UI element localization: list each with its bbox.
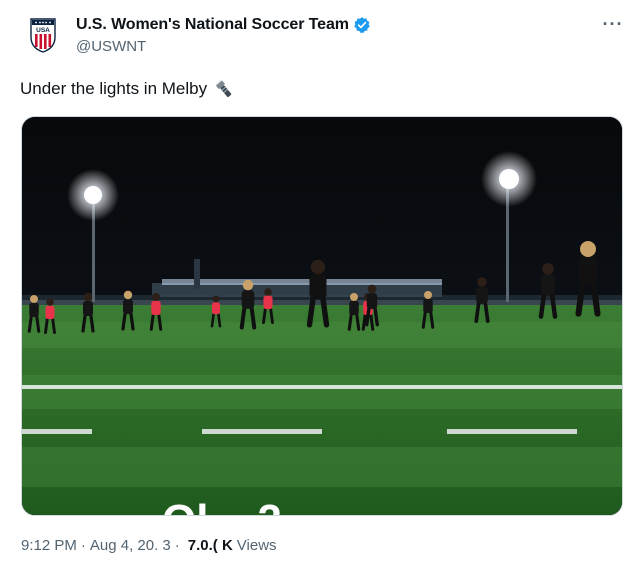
verified-badge-icon — [353, 16, 371, 34]
media-image[interactable]: Ol... 2 — [21, 116, 623, 516]
views-count[interactable]: 7.0.( K — [188, 537, 233, 554]
more-options-icon[interactable]: ··· — [598, 12, 628, 36]
tweet-text: Under the lights in Melby — [20, 78, 235, 100]
avatar[interactable]: USA — [22, 14, 64, 56]
post-time[interactable]: 9:12 PM — [21, 537, 77, 554]
views-label: Views — [236, 537, 277, 554]
avatar-crest-text: USA — [36, 27, 50, 34]
flashlight-icon — [213, 78, 235, 100]
display-name[interactable]: U.S. Women's National Soccer Team — [76, 16, 349, 34]
ussf-crest-icon: USA — [30, 18, 56, 53]
tweet-meta: 9:12 PM · Aug 4, 20. 3 · 7.0.( K Views — [21, 537, 277, 554]
media-caption-fragment: Ol... 2 — [162, 496, 282, 516]
meta-separator: · — [80, 537, 86, 554]
tweet-card: USA U.S. Women's National Soccer Team @U… — [0, 0, 634, 568]
handle[interactable]: @USWNT — [76, 38, 146, 55]
post-date[interactable]: Aug 4, 20. 3 — [90, 537, 171, 554]
meta-separator-2: · — [174, 537, 180, 554]
training-photo: Ol... 2 — [22, 117, 622, 516]
tweet-text-body: Under the lights in Melby — [20, 79, 208, 98]
author-name-row[interactable]: U.S. Women's National Soccer Team — [76, 16, 371, 34]
